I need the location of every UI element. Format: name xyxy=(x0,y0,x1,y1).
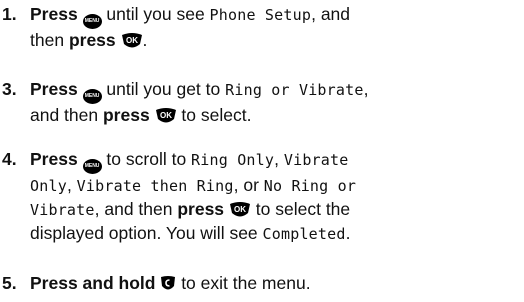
bold-action-text: press xyxy=(68,30,116,50)
step-number: 4. xyxy=(2,149,17,169)
instruction-text: , xyxy=(363,79,369,99)
ok-key-label: OK xyxy=(126,36,138,45)
screen-text: Vibrate then Ring xyxy=(76,177,234,195)
step-number: 5. xyxy=(2,273,17,293)
ok-key-label: OK xyxy=(234,205,246,214)
instruction-text: to select. xyxy=(176,105,252,125)
step-text: Press MENU to scroll to Ring Only, Vibra… xyxy=(30,148,522,246)
step-text: Press MENU until you see Phone Setup, an… xyxy=(30,3,522,52)
ok-key-icon: OK xyxy=(229,202,250,217)
screen-text: Completed xyxy=(262,225,346,243)
instruction-text: . xyxy=(345,223,351,243)
ok-key-icon: OK xyxy=(155,108,176,123)
instruction-text: , or xyxy=(233,175,264,195)
screen-text: Ring or Vibrate xyxy=(225,81,364,99)
ok-key-icon: OK xyxy=(121,33,142,48)
instruction-text: displayed option. You will see xyxy=(30,223,263,243)
ok-key-label: OK xyxy=(160,111,172,120)
instruction-text: to scroll to xyxy=(101,149,192,169)
instruction-text: , xyxy=(274,149,284,169)
screen-text: Ring Only xyxy=(191,151,275,169)
menu-key-icon: MENU xyxy=(82,159,102,174)
instruction-text: then xyxy=(30,30,69,50)
bold-action-text: Press xyxy=(30,79,78,99)
instruction-text: . xyxy=(142,30,148,50)
screen-text: Vibrate xyxy=(283,151,349,169)
instruction-text: and then xyxy=(30,105,103,125)
instruction-text: to select the xyxy=(250,199,351,219)
instruction-text: , and xyxy=(311,4,351,24)
step-number: 3. xyxy=(2,79,17,99)
step-text: Press and hold to exit the menu. xyxy=(30,272,522,295)
instruction-text: , and then xyxy=(94,199,178,219)
screen-text: Vibrate xyxy=(30,201,95,219)
bold-action-text: press xyxy=(177,199,225,219)
menu-key-icon: MENU xyxy=(82,14,102,29)
instruction-text: , xyxy=(66,175,77,195)
instruction-text: until you see xyxy=(101,4,210,24)
screen-text: Only xyxy=(30,177,67,195)
menu-key-icon: MENU xyxy=(82,89,102,104)
bold-action-text: Press xyxy=(30,149,78,169)
screen-text: No Ring or xyxy=(263,177,357,195)
step-number: 1. xyxy=(2,4,17,24)
step-text: Press MENU until you get to Ring or Vibr… xyxy=(30,78,522,127)
end-key-icon xyxy=(161,276,176,290)
bold-action-text: Press and hold xyxy=(30,273,156,293)
bold-action-text: press xyxy=(102,105,150,125)
bold-action-text: Press xyxy=(30,4,78,24)
instruction-text: until you get to xyxy=(101,79,226,99)
screen-text: Phone Setup xyxy=(209,6,312,24)
instruction-text: to exit the menu. xyxy=(176,273,311,293)
